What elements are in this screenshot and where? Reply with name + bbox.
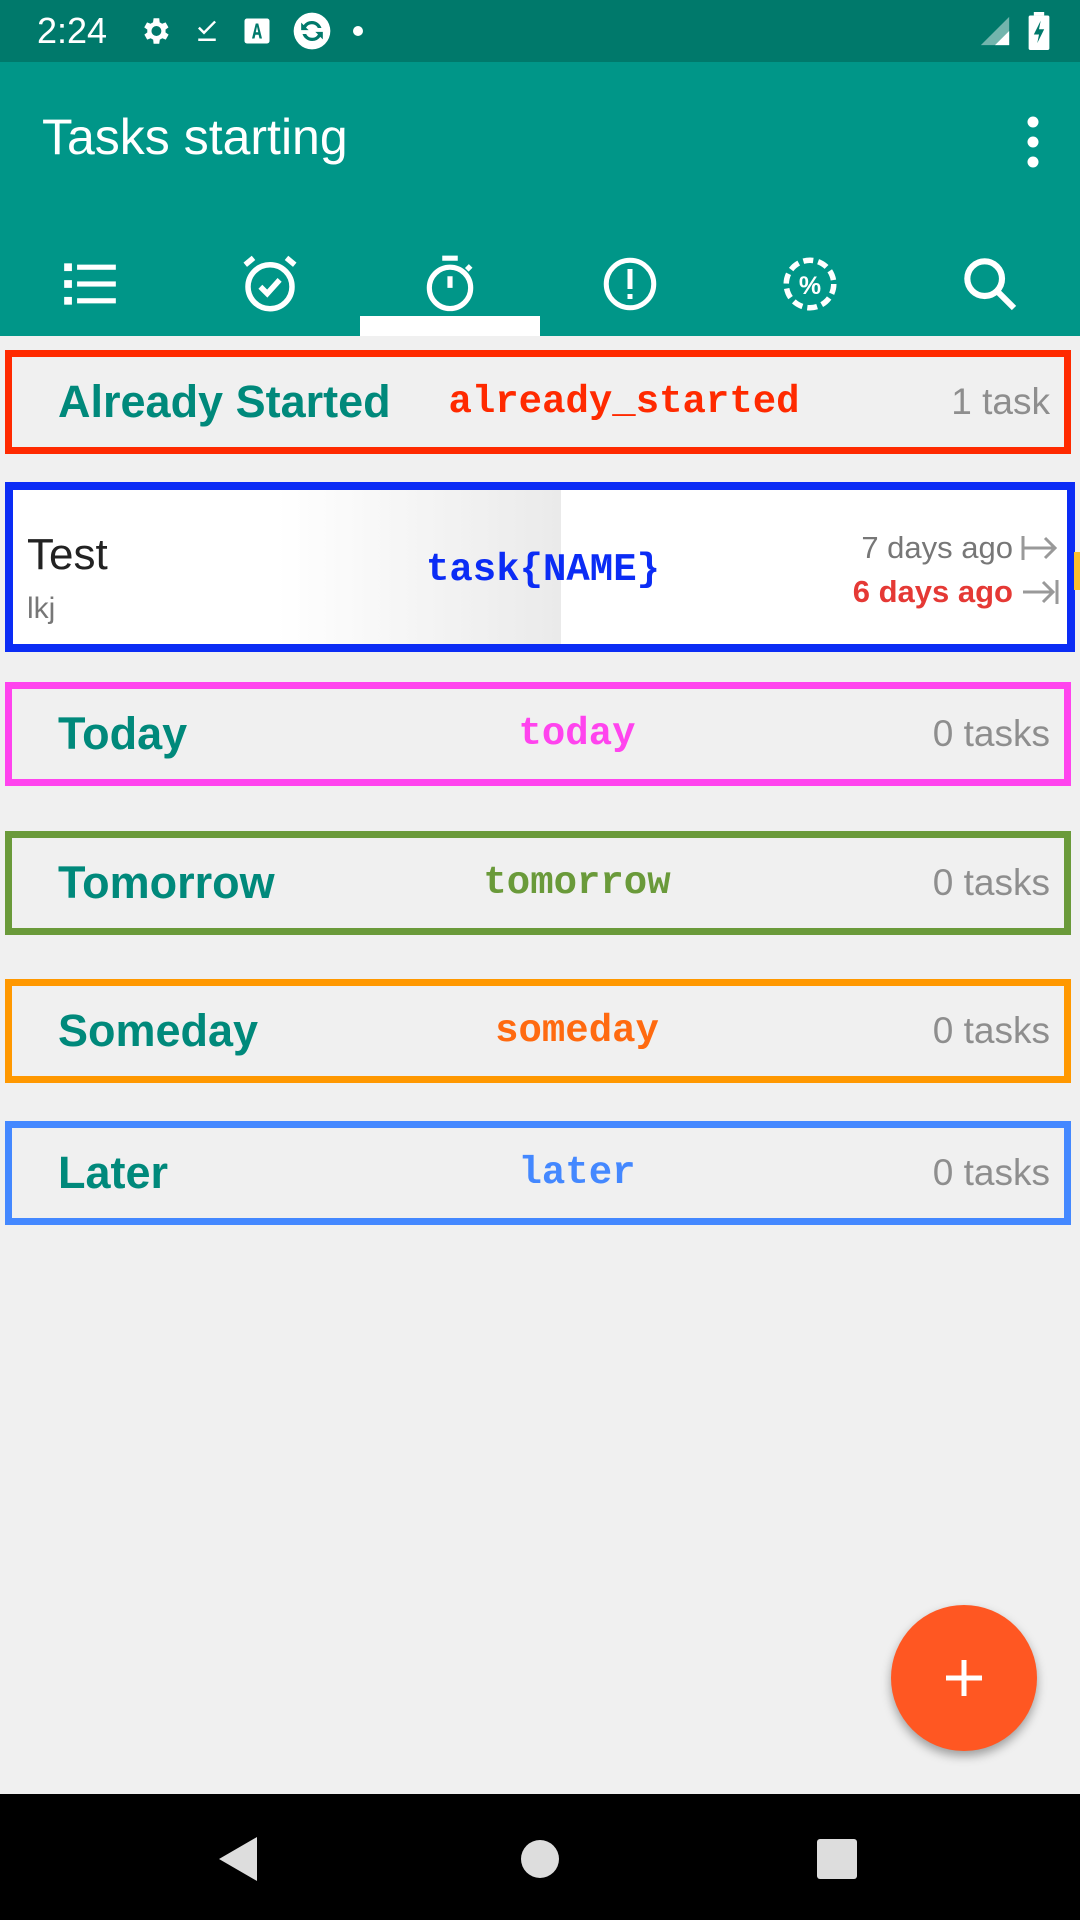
section-title: Today (58, 708, 188, 759)
section-count: 0 tasks (932, 1152, 1050, 1193)
tab-priority[interactable] (540, 232, 720, 336)
nav-back-button[interactable] (204, 1824, 274, 1894)
section-tag: later (518, 1151, 636, 1195)
due-arrow-icon (1023, 580, 1059, 604)
status-notification-icons (138, 10, 364, 52)
section-later[interactable]: Later later 0 tasks (5, 1121, 1071, 1225)
tab-due[interactable] (180, 232, 360, 336)
section-title: Tomorrow (58, 857, 275, 908)
section-count: 0 tasks (932, 1010, 1050, 1051)
recents-square-icon (817, 1839, 857, 1879)
tab-bar: % (0, 232, 1080, 336)
section-title: Later (58, 1147, 169, 1198)
section-tomorrow[interactable]: Tomorrow tomorrow 0 tasks (5, 831, 1071, 935)
tab-starting[interactable] (360, 232, 540, 336)
task-start-date: 7 days ago (861, 530, 1013, 565)
alarm-check-icon (243, 255, 297, 312)
section-title: Someday (58, 1005, 259, 1056)
section-already-started[interactable]: Already Started already_started 1 task (5, 350, 1071, 454)
task-due-date: 6 days ago (852, 574, 1013, 609)
task-note: lkj (27, 592, 56, 625)
section-tag: already_started (448, 380, 800, 424)
tab-progress[interactable]: % (720, 232, 900, 336)
section-tag: someday (495, 1009, 659, 1053)
task-tag: task{NAME} (425, 548, 661, 592)
download-done-icon (198, 20, 216, 41)
app-bar: Tasks starting % (0, 62, 1080, 336)
nav-recents-button[interactable] (802, 1824, 872, 1894)
section-tag: tomorrow (483, 861, 671, 905)
task-row[interactable]: Test lkj task{NAME} 7 days ago 6 days ag… (5, 482, 1075, 652)
task-name: Test (27, 530, 108, 579)
section-someday[interactable]: Someday someday 0 tasks (5, 979, 1071, 1083)
tab-search[interactable] (900, 232, 1080, 336)
back-triangle-icon (219, 1837, 257, 1881)
section-today[interactable]: Today today 0 tasks (5, 682, 1071, 786)
nav-home-button[interactable] (505, 1824, 575, 1894)
overflow-menu-button[interactable] (1016, 112, 1050, 172)
tab-all-tasks[interactable] (0, 232, 180, 336)
tab-selected-indicator (360, 316, 540, 336)
battery-charging-icon (1028, 12, 1050, 50)
stopwatch-icon (426, 255, 474, 312)
priority-marker (1074, 552, 1080, 590)
section-count: 0 tasks (932, 862, 1050, 903)
svg-text:%: % (799, 272, 821, 300)
page-title: Tasks starting (42, 109, 348, 165)
list-icon (64, 263, 116, 305)
alert-circle-icon (603, 257, 657, 311)
home-circle-icon (521, 1840, 559, 1878)
status-time: 2:24 (37, 10, 108, 51)
notification-dot-icon (353, 26, 363, 36)
plus-icon (946, 1660, 982, 1696)
more-vert-icon (1027, 116, 1039, 168)
signal-icon (980, 16, 1010, 46)
add-task-button[interactable] (891, 1605, 1037, 1751)
search-icon (964, 258, 1017, 311)
sync-app-icon (293, 12, 331, 50)
section-tag: today (518, 712, 636, 756)
section-title: Already Started (58, 376, 391, 427)
start-arrow-icon (1021, 536, 1058, 560)
section-count: 1 task (951, 381, 1050, 422)
section-count: 0 tasks (932, 713, 1050, 754)
settings-icon (144, 18, 169, 44)
system-nav-bar (0, 1794, 1080, 1920)
font-a-icon (244, 18, 270, 44)
status-bar: 2:24 (0, 0, 1080, 62)
progress-percent-icon: % (783, 257, 837, 311)
